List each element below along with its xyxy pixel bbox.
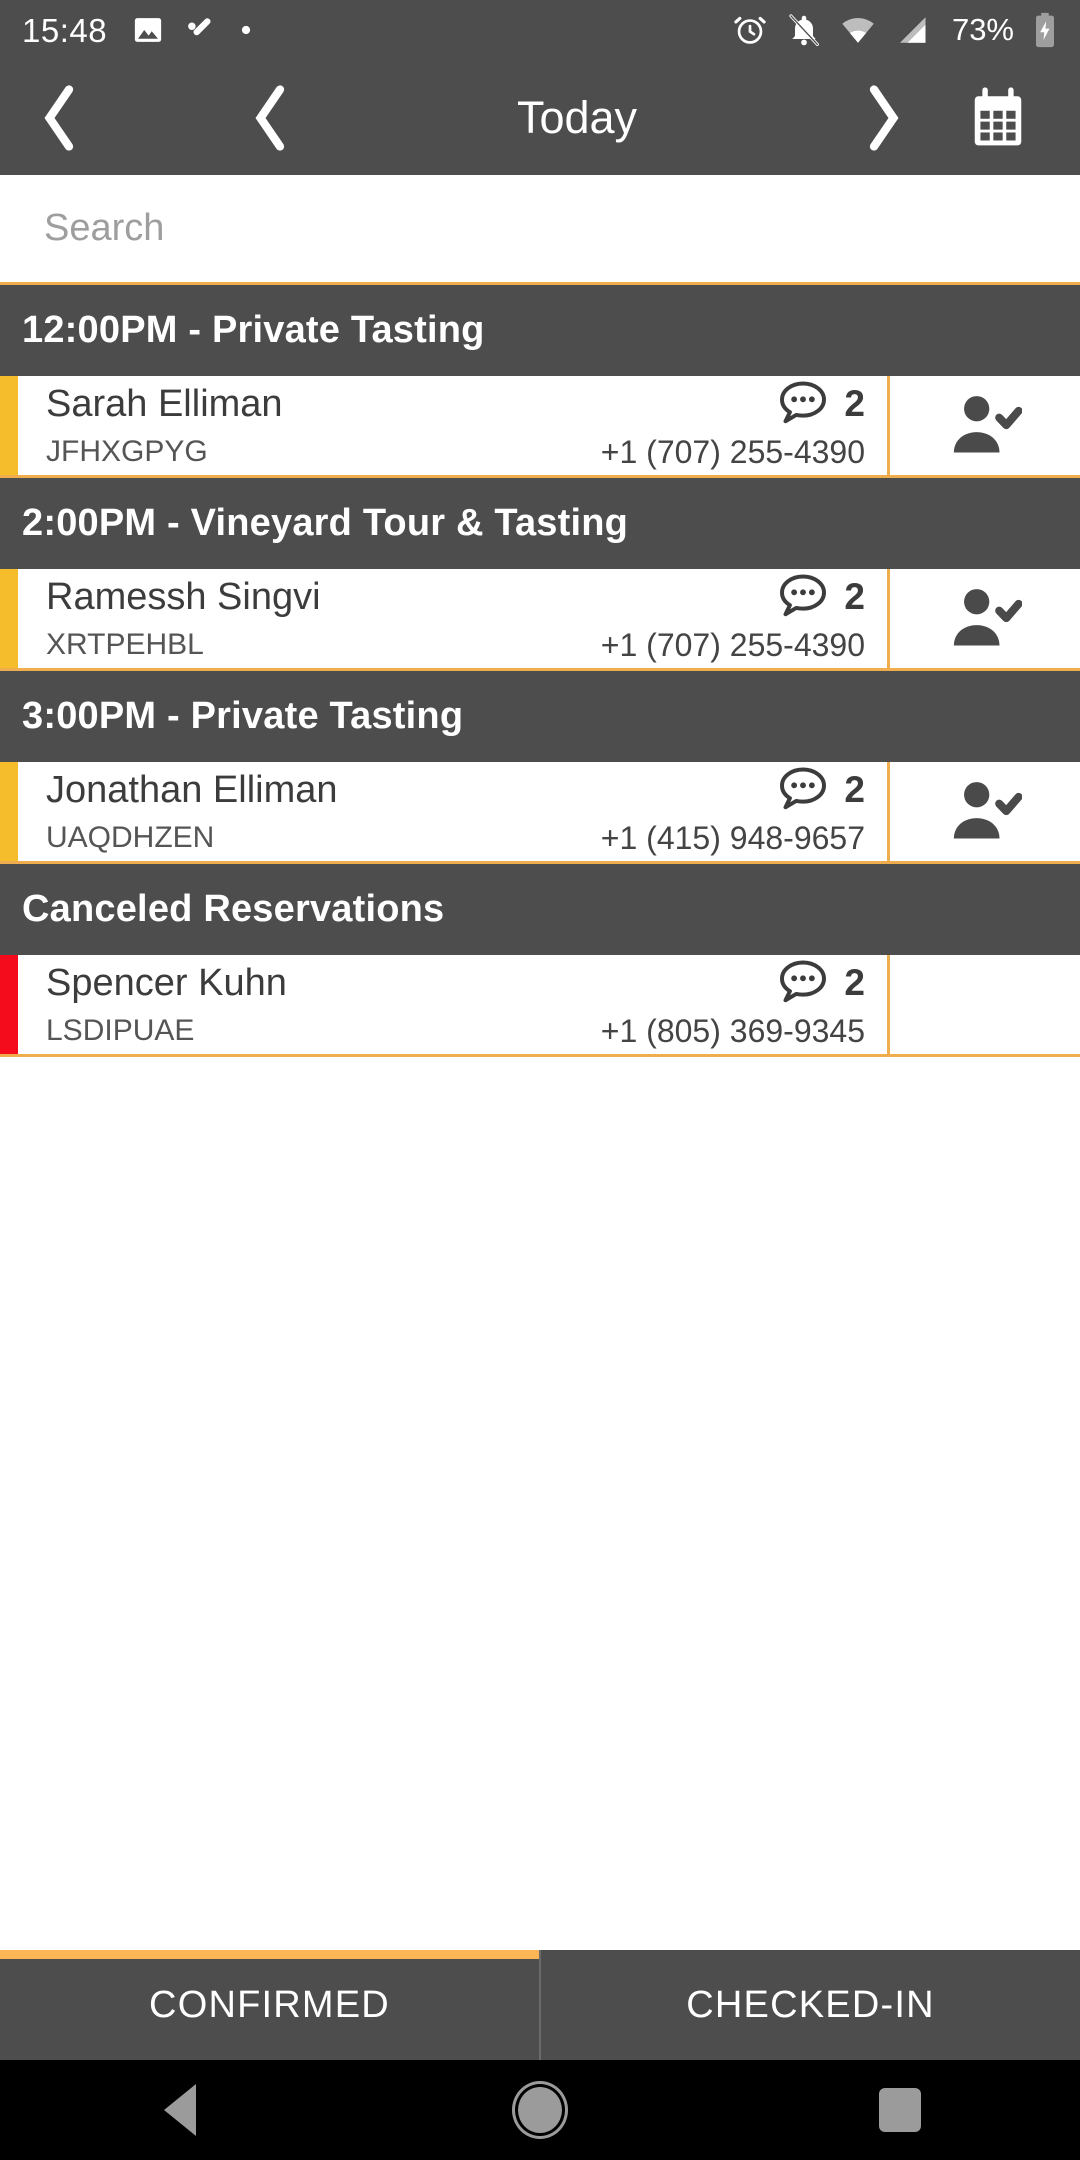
party-size: 2 bbox=[775, 762, 865, 818]
image-icon bbox=[133, 15, 163, 45]
comment-bubble-icon bbox=[780, 573, 827, 616]
edit-check-icon bbox=[185, 15, 215, 45]
party-size-count: 2 bbox=[844, 962, 865, 1003]
bottom-tab-bar: CONFIRMED CHECKED-IN bbox=[0, 1950, 1080, 2060]
previous-day-button[interactable] bbox=[216, 60, 326, 175]
reservation-secondary-line: JFHXGPYG +1 (707) 255-4390 bbox=[46, 430, 865, 474]
person-check-icon bbox=[953, 588, 1022, 646]
page-title: Today bbox=[516, 92, 638, 143]
reservation-primary-line: Sarah Elliman 2 bbox=[46, 378, 865, 430]
reservation-status-accent bbox=[0, 569, 18, 668]
notifications-off-icon bbox=[786, 12, 822, 48]
tab-label: CHECKED-IN bbox=[686, 1983, 935, 2026]
reservation-row[interactable]: Sarah Elliman 2 JFHXGPYG +1 (707) 255-4390 bbox=[0, 376, 1080, 478]
reservation-row[interactable]: Spencer Kuhn 2 LSDIPUAE +1 (805) 369-9345 bbox=[0, 955, 1080, 1057]
party-size: 2 bbox=[775, 955, 865, 1011]
back-triangle-icon bbox=[164, 2084, 196, 2136]
guest-name: Sarah Elliman bbox=[46, 382, 283, 425]
wifi-icon bbox=[840, 12, 876, 48]
recents-square-icon bbox=[879, 2088, 921, 2132]
calendar-icon bbox=[974, 86, 1022, 145]
reservation-row[interactable]: Jonathan Elliman 2 UAQDHZEN +1 (415) 948-96… bbox=[0, 762, 1080, 864]
comment-bubble-icon bbox=[780, 959, 827, 1002]
guest-phone: +1 (415) 948-9657 bbox=[600, 819, 865, 856]
confirmation-code: JFHXGPYG bbox=[46, 434, 208, 468]
signal-icon bbox=[894, 12, 930, 48]
reservation-status-accent bbox=[0, 762, 18, 861]
tab-active-indicator bbox=[541, 1950, 1080, 1959]
reservation-details[interactable]: Jonathan Elliman 2 UAQDHZEN +1 (415) 948-96… bbox=[18, 762, 890, 861]
guest-phone: +1 (707) 255-4390 bbox=[600, 433, 865, 470]
search-bar[interactable] bbox=[0, 175, 1080, 285]
tab-checked-in[interactable]: CHECKED-IN bbox=[539, 1950, 1080, 2060]
chevron-right-icon bbox=[869, 84, 899, 151]
person-check-icon bbox=[953, 781, 1022, 839]
guest-name: Jonathan Elliman bbox=[46, 768, 338, 811]
check-in-button[interactable] bbox=[890, 569, 1080, 668]
party-size: 2 bbox=[775, 376, 865, 432]
status-bar: 15:48 73% bbox=[0, 0, 1080, 60]
check-in-button[interactable] bbox=[890, 762, 1080, 861]
status-bar-notification-icons bbox=[133, 15, 255, 45]
person-check-icon bbox=[953, 395, 1022, 453]
party-size-count: 2 bbox=[844, 383, 865, 424]
dot-icon bbox=[237, 21, 255, 39]
nav-recents-button[interactable] bbox=[825, 2060, 975, 2160]
party-size: 2 bbox=[775, 569, 865, 625]
party-size-count: 2 bbox=[844, 576, 865, 617]
section-header: 3:00PM - Private Tasting bbox=[0, 671, 1080, 762]
app-root: 15:48 73% Today Search 12:00PM - Private… bbox=[0, 0, 1080, 2160]
reservation-details[interactable]: Sarah Elliman 2 JFHXGPYG +1 (707) 255-4390 bbox=[18, 376, 890, 475]
status-bar-clock: 15:48 bbox=[22, 11, 108, 49]
guest-phone: +1 (805) 369-9345 bbox=[600, 1012, 865, 1049]
reservation-primary-line: Ramessh Singvi 2 bbox=[46, 571, 865, 623]
section-header: 2:00PM - Vineyard Tour & Tasting bbox=[0, 478, 1080, 569]
battery-percent-label: 73% bbox=[951, 12, 1014, 47]
next-day-button[interactable] bbox=[828, 60, 938, 175]
confirmation-code: LSDIPUAE bbox=[46, 1013, 195, 1047]
reservation-primary-line: Spencer Kuhn 2 bbox=[46, 957, 865, 1009]
app-toolbar: Today bbox=[0, 60, 1080, 175]
section-header: Canceled Reservations bbox=[0, 864, 1080, 955]
guest-name: Spencer Kuhn bbox=[46, 961, 287, 1004]
section-header: 12:00PM - Private Tasting bbox=[0, 285, 1080, 376]
nav-home-button[interactable] bbox=[465, 2060, 615, 2160]
reservation-secondary-line: LSDIPUAE +1 (805) 369-9345 bbox=[46, 1009, 865, 1053]
nav-back-button[interactable] bbox=[105, 2060, 255, 2160]
status-bar-system-icons: 73% bbox=[732, 12, 1058, 48]
tab-active-indicator bbox=[0, 1950, 539, 1959]
guest-phone: +1 (707) 255-4390 bbox=[600, 626, 865, 663]
guest-name: Ramessh Singvi bbox=[46, 575, 321, 618]
android-nav-bar bbox=[0, 2060, 1080, 2160]
reservation-primary-line: Jonathan Elliman 2 bbox=[46, 764, 865, 816]
confirmation-code: XRTPEHBL bbox=[46, 627, 204, 661]
tab-confirmed[interactable]: CONFIRMED bbox=[0, 1950, 539, 2060]
confirmation-code: UAQDHZEN bbox=[46, 820, 215, 854]
calendar-button[interactable] bbox=[938, 60, 1058, 175]
home-circle-icon bbox=[515, 2084, 565, 2136]
reservation-status-accent bbox=[0, 955, 18, 1054]
reservation-secondary-line: UAQDHZEN +1 (415) 948-9657 bbox=[46, 816, 865, 860]
back-button[interactable] bbox=[0, 60, 120, 175]
chevron-left-icon bbox=[255, 84, 285, 151]
comment-bubble-icon bbox=[780, 766, 827, 809]
reservation-row[interactable]: Ramessh Singvi 2 XRTPEHBL +1 (707) 255-4390 bbox=[0, 569, 1080, 671]
tab-label: CONFIRMED bbox=[149, 1983, 390, 2026]
reservation-action-empty bbox=[890, 955, 1080, 1054]
back-chevron-icon bbox=[44, 84, 74, 151]
alarm-icon bbox=[732, 12, 768, 48]
reservation-details[interactable]: Spencer Kuhn 2 LSDIPUAE +1 (805) 369-9345 bbox=[18, 955, 890, 1054]
reservation-details[interactable]: Ramessh Singvi 2 XRTPEHBL +1 (707) 255-4390 bbox=[18, 569, 890, 668]
comment-bubble-icon bbox=[780, 380, 827, 423]
reservation-list: 12:00PM - Private Tasting Sarah Elliman 2 J… bbox=[0, 285, 1080, 1950]
reservation-status-accent bbox=[0, 376, 18, 475]
reservation-secondary-line: XRTPEHBL +1 (707) 255-4390 bbox=[46, 623, 865, 667]
search-input[interactable] bbox=[44, 207, 1036, 250]
party-size-count: 2 bbox=[844, 769, 865, 810]
check-in-button[interactable] bbox=[890, 376, 1080, 475]
battery-charging-icon bbox=[1032, 12, 1058, 48]
